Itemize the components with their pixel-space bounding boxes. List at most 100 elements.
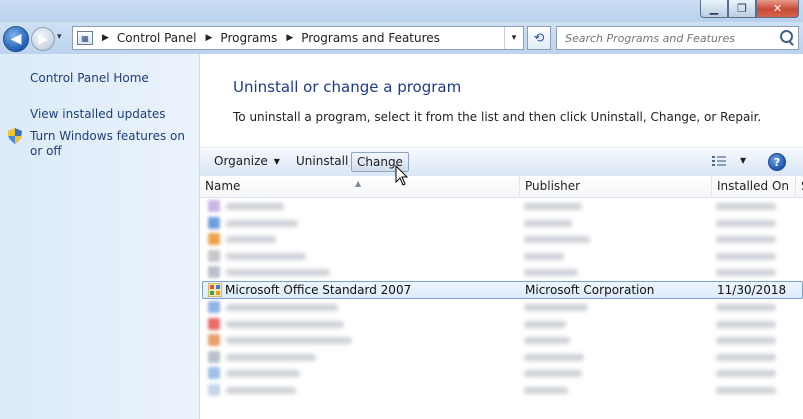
table-row[interactable]: [202, 299, 803, 316]
redacted-publisher: [524, 386, 568, 394]
redacted-name: [226, 370, 300, 377]
table-row[interactable]: [202, 231, 803, 248]
page-title: Uninstall or change a program: [233, 78, 462, 96]
breadcrumb-separator-icon[interactable]: ▶: [206, 33, 213, 43]
breadcrumb-programs-and-features[interactable]: Programs and Features: [301, 31, 440, 45]
breadcrumb-control-panel[interactable]: Control Panel: [117, 31, 197, 45]
redacted-date: [716, 269, 776, 276]
redacted-date: [716, 252, 776, 260]
table-row[interactable]: [202, 365, 803, 382]
program-icon: [208, 317, 220, 330]
program-icon: [208, 367, 220, 379]
program-icon: [208, 266, 220, 278]
help-icon[interactable]: ?: [768, 153, 786, 171]
redacted-publisher: [524, 236, 590, 243]
chevron-down-icon: ▼: [273, 157, 280, 166]
redacted-name: [226, 337, 352, 344]
program-icon: [208, 301, 220, 313]
view-installed-updates-link[interactable]: View installed updates: [30, 107, 166, 122]
redacted-publisher: [524, 252, 564, 260]
search-icon[interactable]: [780, 30, 793, 43]
main-content: Uninstall or change a program To uninsta…: [200, 54, 803, 419]
redacted-name: [226, 236, 276, 243]
table-row[interactable]: [202, 215, 803, 232]
redacted-publisher: [524, 304, 588, 311]
breadcrumb-separator-icon[interactable]: ▶: [102, 33, 109, 43]
breadcrumb-programs[interactable]: Programs: [220, 31, 277, 45]
search-input[interactable]: [563, 30, 777, 46]
maximize-button[interactable]: ❐: [728, 0, 756, 18]
address-dropdown-icon[interactable]: ▾: [504, 27, 523, 49]
uninstall-button[interactable]: Uninstall: [291, 152, 353, 170]
redacted-date: [716, 320, 776, 328]
organize-button[interactable]: Organize ▼: [209, 152, 285, 170]
program-installed-on: 11/30/2018: [717, 282, 787, 297]
address-bar[interactable]: ▦ ▶ Control Panel ▶ Programs ▶ Programs …: [72, 26, 524, 50]
shield-icon: [8, 128, 22, 144]
table-row[interactable]: [202, 382, 803, 399]
redacted-date: [716, 353, 776, 361]
table-row[interactable]: [202, 332, 803, 349]
redacted-date: [716, 337, 776, 344]
minimize-button[interactable]: ▁: [700, 0, 728, 18]
program-icon: [208, 200, 220, 212]
forward-button[interactable]: ▶: [31, 27, 55, 51]
program-icon: [208, 334, 220, 346]
column-header-name[interactable]: Name ▲: [200, 176, 520, 197]
redacted-name: [226, 269, 330, 276]
breadcrumb-separator-icon[interactable]: ▶: [286, 33, 293, 43]
window-titlebar: ▁ ❐ ✕: [0, 0, 803, 22]
page-description: To uninstall a program, select it from t…: [233, 110, 762, 124]
redacted-name: [226, 219, 298, 227]
redacted-name: [226, 386, 296, 394]
sort-ascending-icon: ▲: [355, 179, 362, 188]
redacted-name: [226, 320, 344, 328]
program-icon: [208, 216, 220, 229]
redacted-name: [226, 353, 316, 361]
program-icon: [208, 350, 220, 363]
table-row[interactable]: [202, 248, 803, 265]
program-name: Microsoft Office Standard 2007: [225, 282, 412, 297]
views-icon[interactable]: [712, 156, 726, 166]
redacted-publisher: [524, 203, 582, 210]
list-header: Name ▲ Publisher Installed On S: [200, 176, 803, 198]
program-icon: [208, 383, 220, 396]
turn-windows-features-link[interactable]: Turn Windows features on or off: [30, 129, 190, 159]
program-icon: [208, 249, 220, 262]
refresh-button[interactable]: ⟲: [527, 26, 551, 50]
views-dropdown-icon[interactable]: ▼: [740, 156, 746, 165]
close-button[interactable]: ✕: [756, 0, 799, 18]
address-row: ◀ ▶ ▾ ▦ ▶ Control Panel ▶ Programs ▶ Pro…: [0, 22, 803, 54]
back-button[interactable]: ◀: [3, 26, 29, 52]
redacted-publisher: [524, 219, 572, 227]
recent-pages-dropdown[interactable]: ▾: [57, 32, 62, 42]
control-panel-icon: ▦: [77, 31, 93, 45]
control-panel-home-link[interactable]: Control Panel Home: [30, 71, 149, 86]
command-bar: Organize ▼ Uninstall Change ▼ ?: [200, 147, 803, 177]
office-icon: [208, 282, 222, 297]
column-header-size[interactable]: S: [796, 176, 803, 197]
redacted-publisher: [524, 337, 570, 344]
table-row-selected[interactable]: Microsoft Office Standard 2007 Microsoft…: [202, 280, 803, 299]
column-header-publisher[interactable]: Publisher: [520, 176, 712, 197]
redacted-name: [226, 304, 338, 311]
redacted-publisher: [524, 269, 578, 276]
program-publisher: Microsoft Corporation: [525, 282, 655, 297]
redacted-publisher: [524, 370, 582, 377]
redacted-date: [716, 304, 776, 311]
redacted-date: [716, 370, 776, 377]
column-header-installed-on[interactable]: Installed On: [712, 176, 796, 197]
redacted-date: [716, 386, 776, 394]
redacted-name: [226, 203, 284, 210]
table-row[interactable]: [202, 316, 803, 333]
search-box[interactable]: [556, 26, 799, 50]
redacted-publisher: [524, 353, 584, 361]
table-row[interactable]: [202, 349, 803, 366]
table-row[interactable]: [202, 264, 803, 281]
program-icon: [208, 233, 220, 245]
table-row[interactable]: [202, 198, 803, 215]
redacted-date: [716, 203, 776, 210]
redacted-date: [716, 236, 776, 243]
redacted-publisher: [524, 320, 566, 328]
redacted-name: [226, 252, 306, 260]
